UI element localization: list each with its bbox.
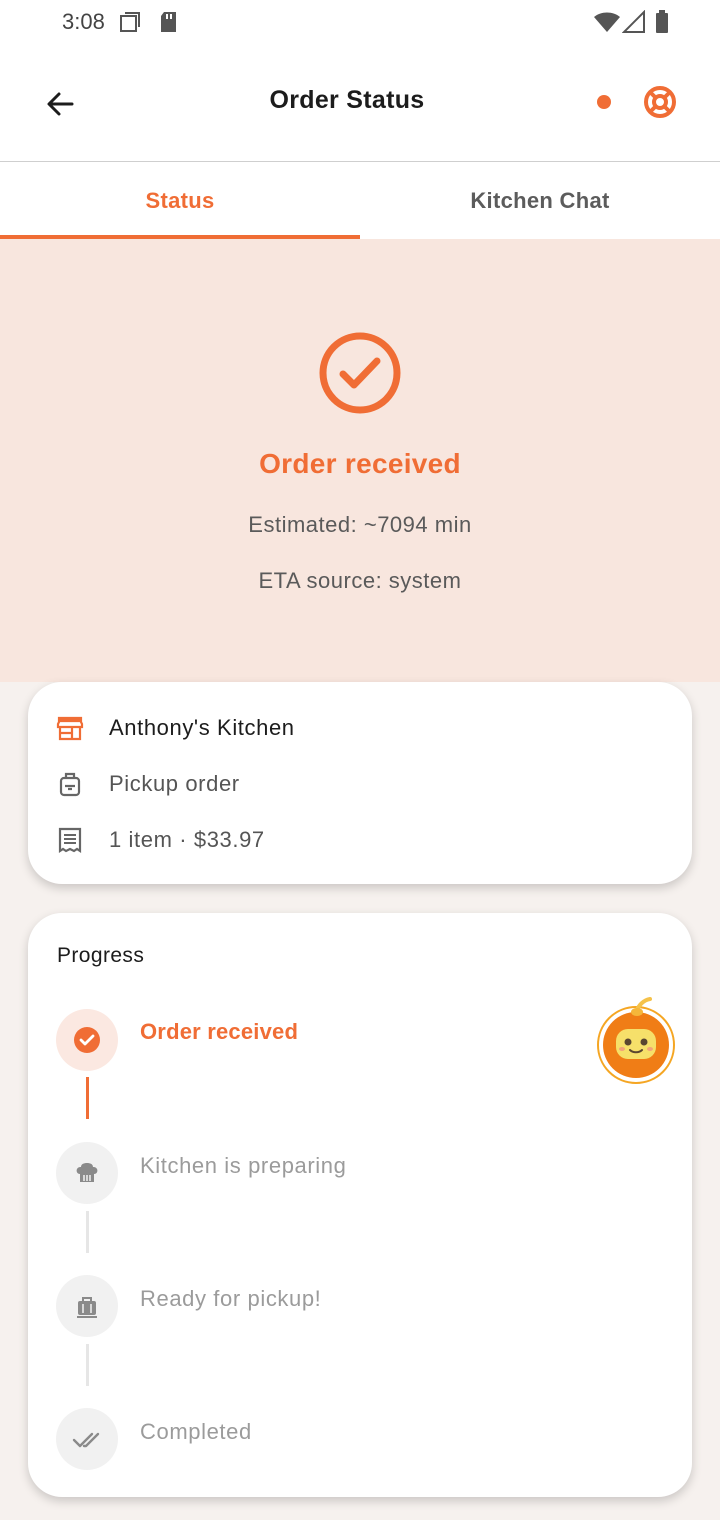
step-completed-indicator <box>56 1408 118 1470</box>
help-button[interactable] <box>638 80 682 124</box>
order-type-row: Pickup order <box>56 764 240 804</box>
order-type: Pickup order <box>109 771 240 796</box>
robot-mascot-icon[interactable] <box>596 995 678 1085</box>
store-icon <box>56 714 84 742</box>
receipt-icon <box>56 826 84 854</box>
notification-dot <box>597 95 611 109</box>
step-connector <box>86 1344 89 1386</box>
bag-icon <box>77 1297 97 1318</box>
screenshot-icon <box>118 10 142 39</box>
step-label: Ready for pickup! <box>140 1286 322 1311</box>
status-hero: Order received Estimated: ~7094 min ETA … <box>0 239 720 682</box>
tab-kitchen-chat[interactable]: Kitchen Chat <box>360 162 720 239</box>
chef-hat-icon <box>76 1163 98 1182</box>
step-label: Order received <box>140 1019 299 1044</box>
tab-bar: Status Kitchen Chat <box>0 162 720 239</box>
pickup-bag-icon <box>56 770 84 798</box>
order-info-card: Anthony's Kitchen Pickup order 1 item · … <box>28 682 692 884</box>
kitchen-row: Anthony's Kitchen <box>56 708 295 748</box>
check-circle-icon <box>319 332 401 414</box>
eta-source: ETA source: system <box>258 568 462 593</box>
app-bar: Order Status <box>0 44 720 161</box>
step-connector <box>86 1211 89 1253</box>
lifebuoy-icon <box>644 86 676 118</box>
step-label: Completed <box>140 1419 252 1444</box>
estimated-time: Estimated: ~7094 min <box>248 512 472 537</box>
check-icon <box>74 1027 100 1053</box>
step-order-received-indicator <box>56 1009 118 1071</box>
progress-card: Progress Order received Kitchen is prepa… <box>28 913 692 1497</box>
step-label: Kitchen is preparing <box>140 1153 347 1178</box>
battery-icon <box>655 10 669 39</box>
step-ready-for-pickup-indicator <box>56 1275 118 1337</box>
tab-status[interactable]: Status <box>0 162 360 239</box>
kitchen-name: Anthony's Kitchen <box>109 715 295 740</box>
step-connector <box>86 1077 89 1119</box>
sd-card-icon <box>158 10 180 39</box>
double-check-icon <box>72 1432 100 1448</box>
wifi-icon <box>593 10 621 39</box>
status-time: 3:08 <box>62 9 105 34</box>
order-summary: 1 item · $33.97 <box>109 827 265 852</box>
status-bar: 3:08 <box>0 0 720 44</box>
order-summary-row: 1 item · $33.97 <box>56 820 265 860</box>
signal-icon <box>621 9 646 39</box>
order-status-title: Order received <box>259 448 461 479</box>
progress-title: Progress <box>57 944 145 967</box>
step-kitchen-preparing-indicator <box>56 1142 118 1204</box>
page-title: Order Status <box>269 86 425 114</box>
